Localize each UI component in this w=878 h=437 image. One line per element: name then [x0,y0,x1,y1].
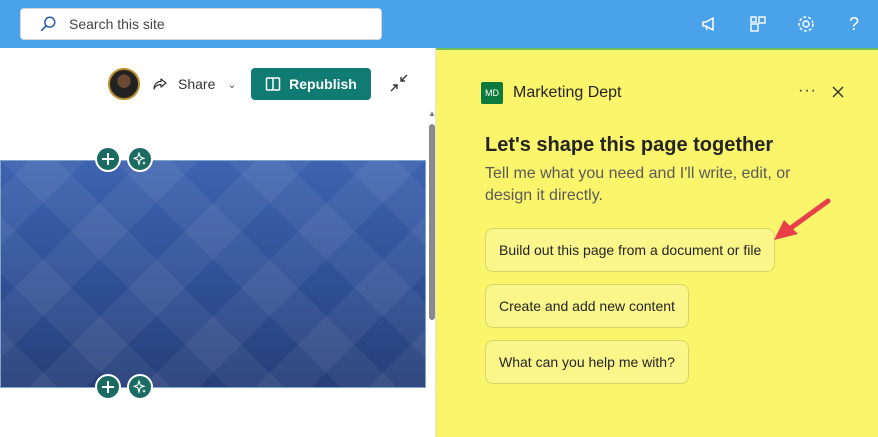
add-section-bottom-button[interactable] [95,374,121,400]
ai-section-bottom-button[interactable] [127,374,153,400]
sparkle-icon [133,380,146,394]
book-icon [265,77,281,91]
republish-label: Republish [289,76,357,92]
add-section-top-button[interactable] [95,146,121,172]
more-options-button[interactable]: ··· [798,82,817,100]
megaphone-icon[interactable] [686,0,734,48]
site-name: Marketing Dept [513,84,622,101]
suggestion-build-from-file[interactable]: Build out this page from a document or f… [485,228,776,272]
suggestion-help[interactable]: What can you help me with? [485,340,689,384]
panel-heading: Let's shape this page together [485,134,774,156]
search-icon [40,16,56,32]
share-button[interactable]: Share ⌄ [152,72,237,96]
share-label: Share [178,76,216,92]
scrollbar[interactable]: ▲ [428,110,436,436]
scroll-up-icon[interactable]: ▲ [428,110,436,118]
hero-section[interactable] [0,160,426,388]
chevron-down-icon: ⌄ [227,78,237,91]
suggestion-create-content[interactable]: Create and add new content [485,284,689,328]
apps-switcher-icon[interactable] [734,0,782,48]
page-canvas: Share ⌄ Republish ▲ [0,48,436,437]
ai-section-top-button[interactable] [127,146,153,172]
annotation-arrow-icon [774,198,831,240]
share-icon [153,78,167,90]
close-icon[interactable] [830,84,846,100]
avatar[interactable] [108,68,140,100]
top-bar: Search this site ? [0,0,878,48]
plus-icon [102,153,114,165]
plus-icon [102,381,114,393]
republish-button[interactable]: Republish [251,68,371,100]
search-input[interactable]: Search this site [69,16,165,32]
site-logo: MD [481,82,503,104]
search-box[interactable]: Search this site [20,8,382,40]
collapse-icon[interactable] [388,72,410,94]
scrollbar-thumb[interactable] [429,124,435,320]
gear-icon[interactable] [782,0,830,48]
sparkle-icon [133,152,146,166]
top-bar-actions: ? [686,0,878,48]
help-icon[interactable]: ? [830,0,878,48]
